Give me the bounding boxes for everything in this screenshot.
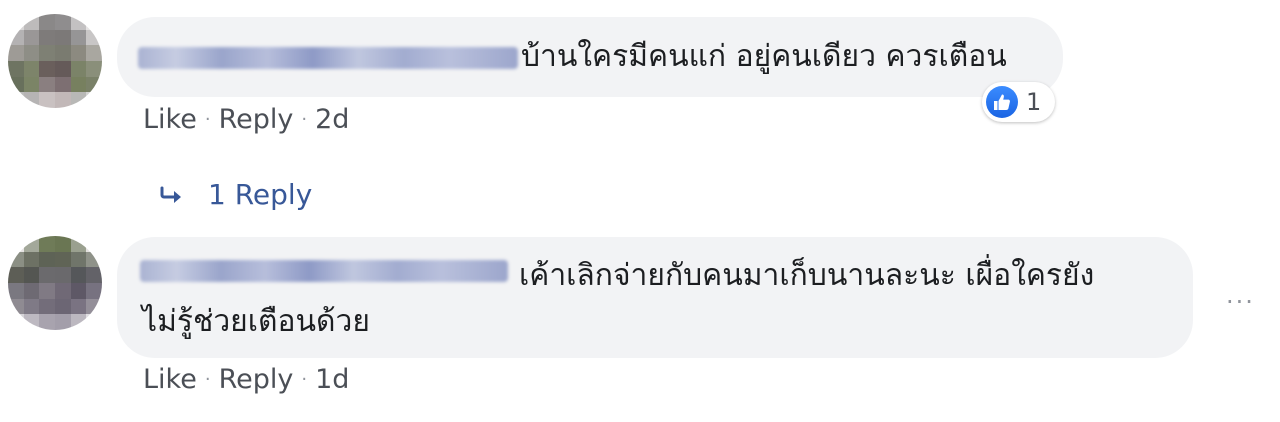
comment-actions: Like · Reply · 1d	[143, 364, 349, 395]
separator-dot: ·	[204, 369, 211, 390]
avatar[interactable]	[8, 14, 102, 108]
commenter-name-blurred[interactable]	[140, 260, 508, 282]
commenter-name-blurred[interactable]	[138, 47, 518, 69]
comment-text-line-1: เค้าเลิกจ่ายกับคนมาเก็บนานละนะ เผื่อใครย…	[519, 258, 1095, 293]
reaction-count: 1	[1026, 88, 1042, 116]
reaction-count-badge[interactable]: 1	[982, 82, 1056, 122]
more-options-icon[interactable]: ···	[1226, 288, 1255, 316]
comment-bubble: บ้านใครมีคนแก่ อยู่คนเดียว ควรเตือน	[117, 17, 1063, 97]
comment-text-line-2: ไม่รู้ช่วยเตือนด้วย	[142, 304, 370, 339]
separator-dot: ·	[301, 109, 308, 130]
timestamp[interactable]: 1d	[315, 364, 349, 395]
separator-dot: ·	[204, 109, 211, 130]
replies-count-label: 1 Reply	[208, 178, 313, 211]
separator-dot: ·	[301, 369, 308, 390]
like-link[interactable]: Like	[143, 104, 197, 135]
comment-actions: Like · Reply · 2d	[143, 104, 349, 135]
avatar[interactable]	[8, 236, 102, 330]
comment-text: บ้านใครมีคนแก่ อยู่คนเดียว ควรเตือน	[521, 39, 1007, 74]
comment-bubble: เค้าเลิกจ่ายกับคนมาเก็บนานละนะ เผื่อใครย…	[117, 237, 1193, 358]
reply-link[interactable]: Reply	[219, 364, 294, 395]
like-reaction-icon	[986, 86, 1018, 118]
reply-arrow-icon	[160, 178, 184, 211]
reply-link[interactable]: Reply	[219, 104, 294, 135]
timestamp[interactable]: 2d	[315, 104, 349, 135]
view-replies-link[interactable]: 1 Reply	[160, 178, 312, 211]
like-link[interactable]: Like	[143, 364, 197, 395]
